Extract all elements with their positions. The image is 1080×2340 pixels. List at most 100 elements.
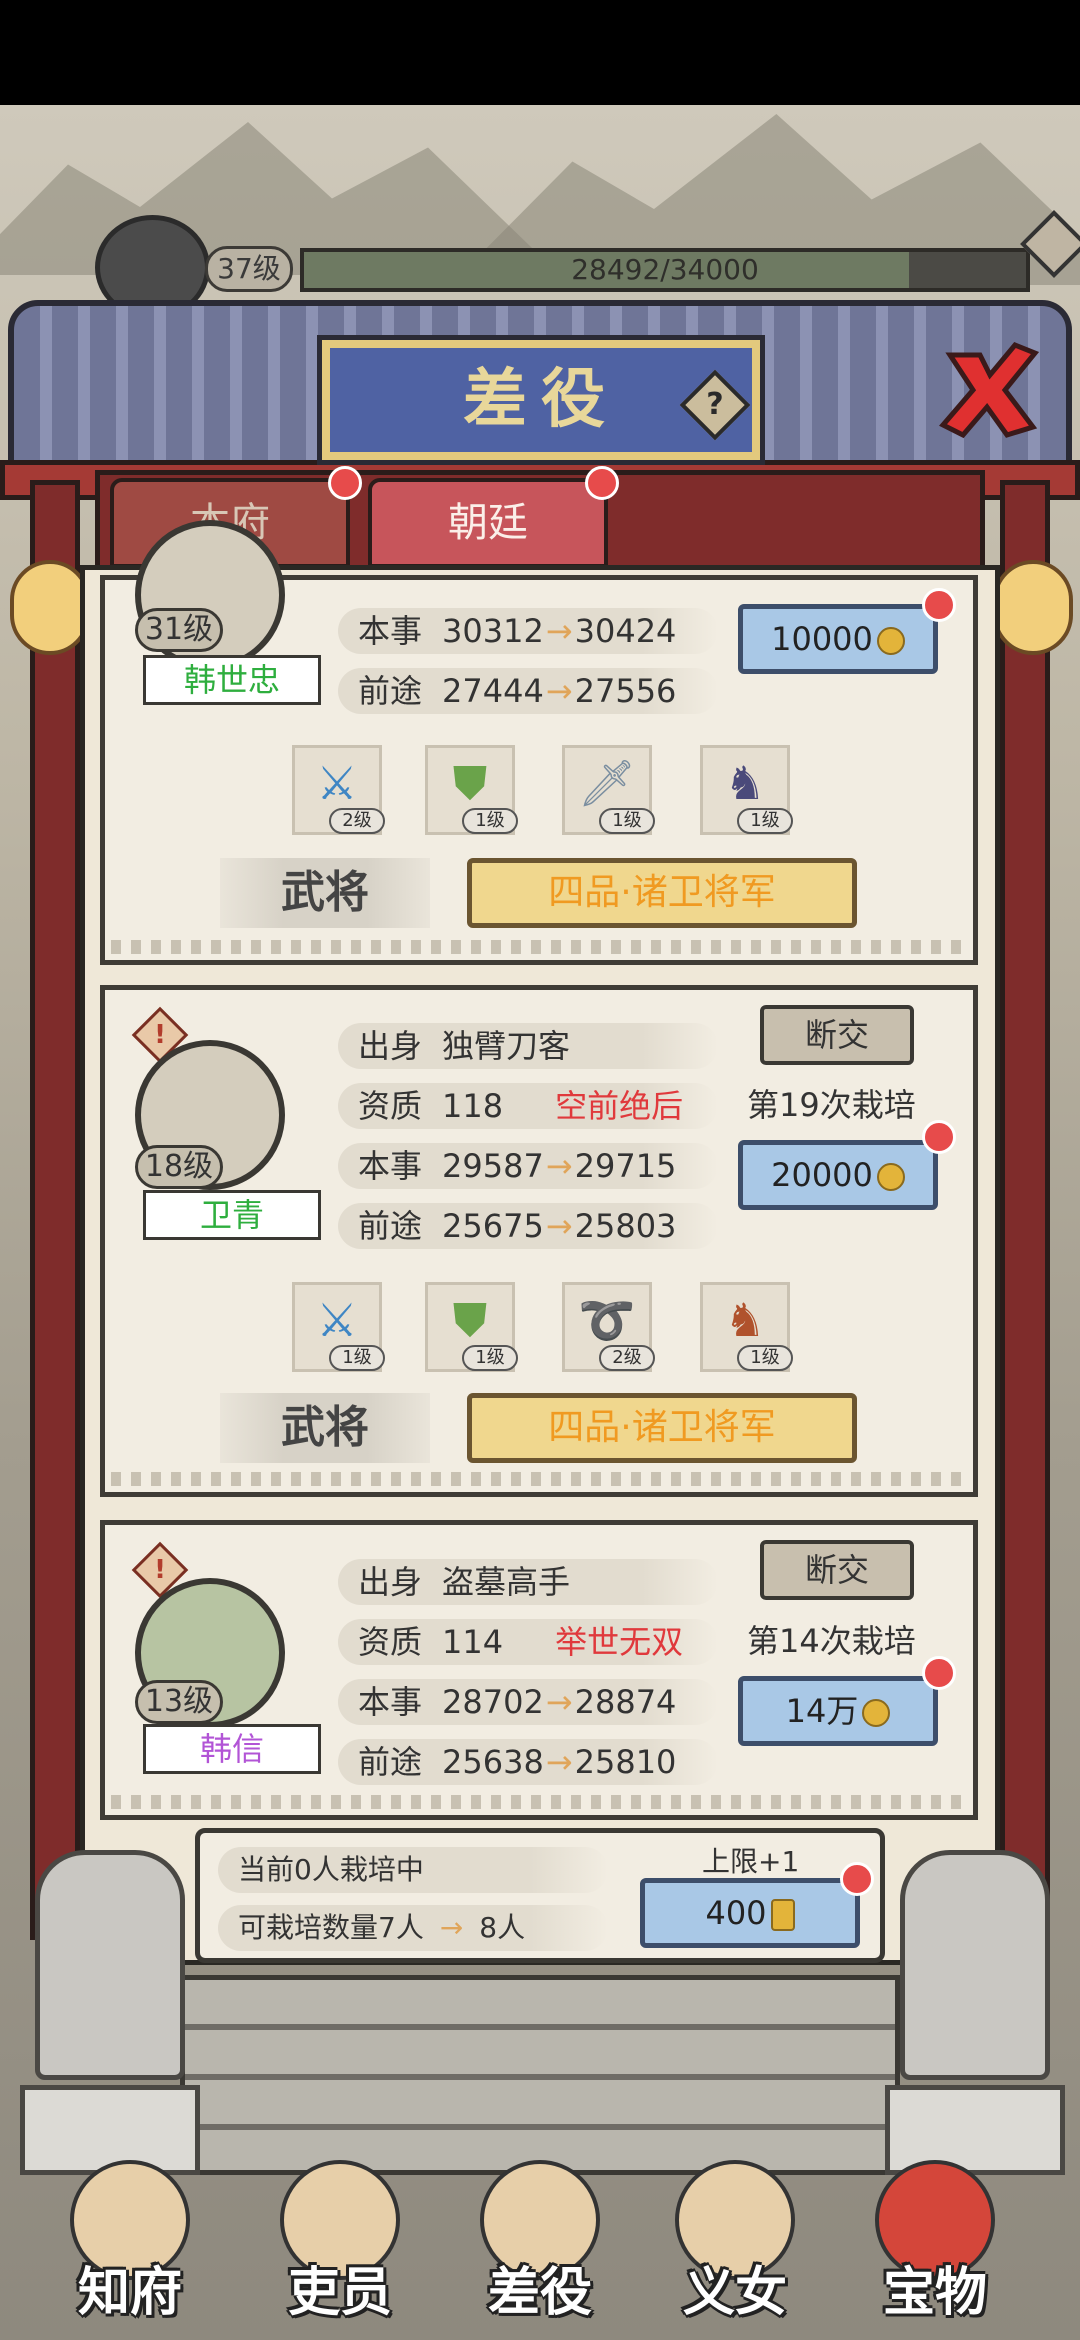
stat-label: 本事 [358,1683,423,1721]
equip-level: 1级 [329,1345,385,1371]
cultivate-count: 第19次栽培 [747,1086,916,1124]
stat-value: 29587 [442,1147,544,1185]
officer-level: 31级 [135,608,223,652]
close-icon[interactable] [935,335,1045,445]
stat-aptitude: 资质 114 举世无双 [338,1619,718,1665]
equip-level: 1级 [737,1345,793,1371]
cost: 20000 [771,1156,873,1194]
rank-button[interactable]: 四品·诸卫将军 [467,1393,857,1463]
pillar-left [30,480,80,1940]
cultivate-button[interactable]: 14万 [738,1676,938,1746]
expand-button[interactable]: 400 [640,1878,860,1948]
pillar-right [1000,480,1050,1940]
stat-value: 27444 [442,672,544,710]
equip-saber[interactable]: ⚔ 2级 [292,745,385,835]
equip-level: 1级 [462,1345,518,1371]
player-level: 37级 [205,246,293,292]
stat-skill: 本事 28702→28874 [338,1679,718,1725]
cost: 14万 [785,1692,859,1730]
stone-lion-left [35,1850,185,2080]
stat-label: 出身 [358,1027,423,1065]
role-tag: 武将 [220,1393,430,1463]
cost: 400 [705,1894,767,1932]
nav-yinv[interactable]: 义女 [635,2140,835,2340]
stat-value: 30424 [574,612,677,650]
stat-label: 前途 [358,1743,423,1781]
tab-chaoting[interactable]: 朝廷 [368,478,608,568]
equip-armor[interactable]: ⛊ 1级 [425,745,518,835]
stat-prospect: 前途 27444→27556 [338,668,718,714]
nav-zhifu[interactable]: 知府 [30,2140,230,2340]
stat-value: 25810 [574,1743,677,1781]
stat-value: 盗墓高手 [442,1563,571,1601]
equip-level: 1级 [462,808,518,834]
lantern-right [993,560,1073,655]
officer-name: 韩世忠 [143,655,321,705]
nav-label: 宝物 [882,2262,987,2323]
equip-whip[interactable]: ➰ 2级 [562,1282,655,1372]
equip-horse[interactable]: ♞ 1级 [700,1282,793,1372]
stat-skill: 本事 30312→30424 [338,608,718,654]
stat-value: 27556 [574,672,677,710]
stat-skill: 本事 29587→29715 [338,1143,718,1189]
coin-icon [862,1699,891,1727]
role-tag: 武将 [220,858,430,928]
stat-label: 前途 [358,1207,423,1245]
current-cultivating: 当前0人栽培中 [218,1847,608,1893]
stat-value: 30312 [442,612,544,650]
limit-label: 上限+1 [702,1845,800,1878]
nav-chaiyi[interactable]: 差役 [440,2140,640,2340]
stat-value: 114 [442,1623,504,1661]
stat-value: 29715 [574,1147,677,1185]
stat-label: 出身 [358,1563,423,1601]
equip-level: 1级 [599,808,655,834]
coin-icon [876,1163,905,1191]
nav-label: 吏员 [287,2262,392,2323]
stat-label: 本事 [358,1147,423,1185]
notification-dot [840,1862,874,1896]
notification-dot [922,1656,956,1690]
stat-value: 28874 [574,1683,677,1721]
notification-dot [922,1120,956,1154]
officer-name: 韩信 [143,1724,321,1774]
cost: 10000 [771,620,873,658]
stat-value: 25803 [574,1207,677,1245]
stat-label: 本事 [358,612,423,650]
equip-saber[interactable]: ⚔ 1级 [292,1282,385,1372]
stat-prospect: 前途 25675→25803 [338,1203,718,1249]
capacity-value: 可栽培数量7人 [238,1911,424,1944]
stat-value: 28702 [442,1683,544,1721]
nav-liyuan[interactable]: 吏员 [240,2140,440,2340]
equip-level: 2级 [329,808,385,834]
lantern-left [10,560,90,655]
equip-level: 1级 [737,808,793,834]
cultivate-button[interactable]: 10000 [738,604,938,674]
aptitude-tag: 举世无双 [555,1623,684,1661]
break-button[interactable]: 断交 [760,1540,914,1600]
nav-baowu[interactable]: 宝物 [835,2140,1035,2340]
stat-label: 前途 [358,672,423,710]
stat-value: 25638 [442,1743,544,1781]
coin-icon [876,627,905,655]
stat-label: 资质 [358,1623,423,1661]
equip-horse[interactable]: ♞ 1级 [700,745,793,835]
nav-label: 知府 [77,2262,182,2323]
nav-label: 义女 [682,2262,787,2323]
cultivate-button[interactable]: 20000 [738,1140,938,1210]
nav-label: 差役 [487,2262,592,2323]
break-button[interactable]: 断交 [760,1005,914,1065]
gold-ingot-icon [770,1899,795,1931]
stat-value: 25675 [442,1207,544,1245]
exp-text: 28492/34000 [571,253,759,286]
stat-value: 118 [442,1087,504,1125]
capacity-next: 8人 [479,1911,526,1944]
capacity: 可栽培数量7人 → 8人 [218,1905,608,1951]
stat-value: 独臂刀客 [442,1027,571,1065]
equip-level: 2级 [599,1345,655,1371]
stat-label: 资质 [358,1087,423,1125]
rank-button[interactable]: 四品·诸卫将军 [467,858,857,928]
equip-armor[interactable]: ⛊ 1级 [425,1282,518,1372]
officer-name: 卫青 [143,1190,321,1240]
equip-sword[interactable]: 🗡 1级 [562,745,655,835]
officer-level: 18级 [135,1145,223,1189]
